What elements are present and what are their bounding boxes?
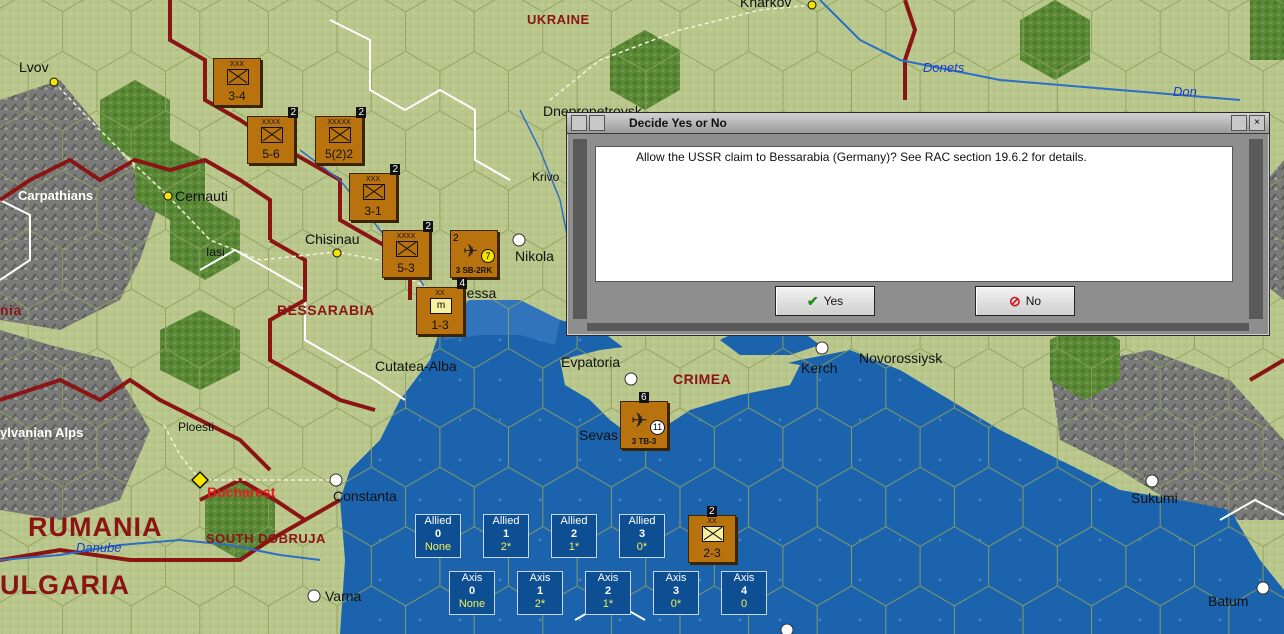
unit-counter[interactable]: 2 XXXX 5-6 [247,107,298,164]
no-button[interactable]: ⊘ No [975,286,1075,316]
terrain-transylvanian-alps: ylvanian Alps [0,425,84,440]
city-varna: Varna [325,588,362,604]
city-constanta: Constanta [333,488,397,504]
river-don: Don [1173,84,1197,99]
axis-pool-1[interactable]: Axis 1 2* [517,571,563,615]
city-novorossiysk: Novorossiysk [859,350,943,366]
axis-pool-0[interactable]: Axis 0 None [449,571,495,615]
right-rail [1249,139,1263,319]
system-menu-icon[interactable] [571,115,587,131]
unit-counter[interactable]: 4 XX m 1-3 [416,278,467,335]
infantry-icon [261,127,283,143]
city-nikolaev: Nikola [515,248,554,264]
region-partial: nia [0,302,22,318]
left-rail [573,139,587,319]
unit-counter[interactable]: 2 XX 2-3 [688,506,736,563]
decide-dialog: Decide Yes or No × Allow the USSR claim … [566,112,1270,336]
yes-button[interactable]: ✔ Yes [775,286,875,316]
country-rumania: RUMANIA [28,512,163,542]
menu-icon[interactable] [589,115,605,131]
city-evpatoria: Evpatoria [561,354,621,370]
city-lvov: Lvov [19,59,49,75]
allied-pool-2[interactable]: Allied 2 1* [551,514,597,558]
axis-pool-4[interactable]: Axis 4 0 [721,571,767,615]
region-bessarabia: BESSARABIA [277,302,375,318]
message-area: Allow the USSR claim to Bessarabia (Germ… [595,146,1233,282]
terrain-carpathians: Carpathians [18,188,94,203]
dialog-title: Decide Yes or No [629,116,727,130]
check-icon: ✔ [806,292,819,309]
city-batum: Batum [1208,593,1249,609]
infantry-icon [702,526,724,542]
city-cutatea-alba: Cutatea-Alba [375,358,457,374]
city-kerch: Kerch [801,360,838,376]
country-bulgaria: ULGARIA [0,570,130,600]
air-unit-counter[interactable]: 2 ✈ 7 3 SB-2RK [450,230,498,278]
city-krivoi: Krivo [532,170,560,184]
axis-pool-3[interactable]: Axis 3 0* [653,571,699,615]
river-donets: Donets [923,60,965,75]
city-sukumi: Sukumi [1131,490,1178,506]
city-chisinau: Chisinau [305,231,360,247]
minimize-icon[interactable] [1231,115,1247,131]
dialog-message: Allow the USSR claim to Bessarabia (Germ… [636,150,1087,164]
infantry-icon [396,241,418,257]
river-danube: Danube [76,540,122,555]
allied-pool-0[interactable]: Allied 0 None [415,514,461,558]
garrison-icon: m [430,298,452,314]
axis-pool-2[interactable]: Axis 2 1* [585,571,631,615]
unit-counter[interactable]: XXX 3-4 [213,58,261,106]
city-kharkov: Kharkov [740,0,792,10]
city-cernauti: Cernauti [175,188,228,204]
city-bucharest: Bucharest [207,484,276,500]
region-ukraine: UKRAINE [527,12,590,27]
unit-counter[interactable]: 2 XXXXX 5(2)2 [315,107,366,164]
mountain-infantry-icon [363,184,385,200]
city-ploesti: Ploesti [178,420,215,434]
air-unit-counter[interactable]: 6 ✈ 11 3 TB-3 [620,392,668,449]
infantry-icon [227,69,249,85]
infantry-icon [329,127,351,143]
city-iasi: Iasi [206,245,225,259]
region-crimea: CRIMEA [673,371,732,387]
bomber-icon: ✈ [463,241,479,261]
close-icon[interactable]: × [1249,115,1265,131]
bomber-icon: ✈ [631,410,648,432]
prohibit-icon: ⊘ [1008,292,1021,309]
dialog-title-bar[interactable]: Decide Yes or No × [567,113,1269,134]
region-south-dobruja: SOUTH DOBRUJA [206,531,326,546]
allied-pool-1[interactable]: Allied 1 2* [483,514,529,558]
city-sevastopol: Sevas [579,427,618,443]
unit-counter[interactable]: 2 XXXX 5-3 [382,221,433,278]
bottom-rail [587,323,1249,331]
unit-counter[interactable]: 2 XXX 3-1 [349,164,400,221]
allied-pool-3[interactable]: Allied 3 0* [619,514,665,558]
